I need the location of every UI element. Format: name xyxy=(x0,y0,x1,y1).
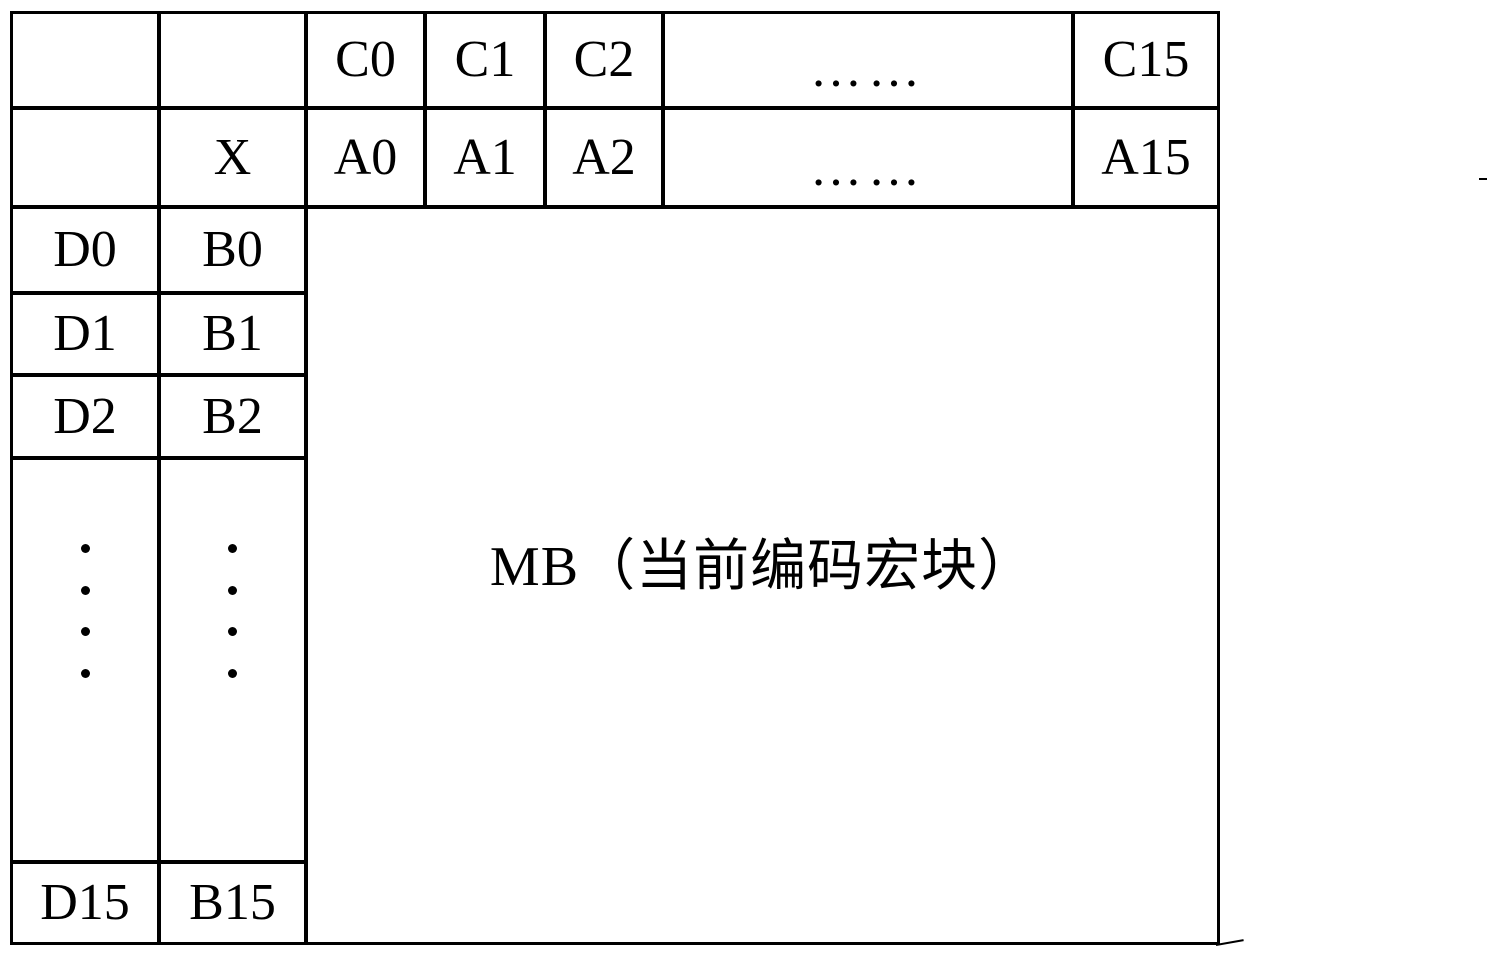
cell-a2: A2 xyxy=(544,107,664,208)
cell-b-vertical-ellipsis xyxy=(158,457,307,863)
current-macroblock-label: MB（当前编码宏块） xyxy=(489,536,1036,598)
header-row-a-corner-left xyxy=(10,107,160,208)
cell-a-ellipsis: …… xyxy=(662,107,1074,208)
header-row-c-corner-left xyxy=(10,11,160,109)
ellipsis-dot xyxy=(80,544,90,554)
cell-c0: C0 xyxy=(305,11,426,109)
cell-d1: D1 xyxy=(10,292,160,376)
cell-c-ellipsis: …… xyxy=(662,11,1074,109)
ellipsis-dot xyxy=(80,627,90,637)
scan-artifact-line xyxy=(1215,939,1244,946)
cell-b0: B0 xyxy=(158,206,307,294)
ellipsis-dot xyxy=(228,668,237,678)
cell-x: X xyxy=(158,107,307,208)
cell-d15: D15 xyxy=(10,861,160,945)
cell-c15: C15 xyxy=(1072,11,1220,109)
cell-d-vertical-ellipsis xyxy=(10,457,160,863)
cell-a15: A15 xyxy=(1072,107,1220,208)
ellipsis-dot xyxy=(228,627,237,637)
cell-d0: D0 xyxy=(10,206,160,294)
current-macroblock-region: MB（当前编码宏块） xyxy=(305,206,1220,945)
ellipsis-dot xyxy=(228,585,237,595)
cell-c2: C2 xyxy=(544,11,664,109)
cell-d2: D2 xyxy=(10,374,160,459)
ellipsis-dot xyxy=(80,668,90,678)
header-row-c-corner-right xyxy=(158,11,307,109)
ellipsis-dot xyxy=(80,585,90,595)
cell-b15: B15 xyxy=(158,861,307,945)
scan-artifact-dot xyxy=(1479,178,1487,180)
macroblock-neighbour-diagram: C0 C1 C2 …… C15 X A0 A1 A2 …… A15 D0 B0 … xyxy=(0,0,1490,955)
cell-a0: A0 xyxy=(305,107,426,208)
cell-b2: B2 xyxy=(158,374,307,459)
cell-a1: A1 xyxy=(424,107,546,208)
cell-b1: B1 xyxy=(158,292,307,376)
ellipsis-dot xyxy=(228,544,237,554)
cell-c1: C1 xyxy=(424,11,546,109)
